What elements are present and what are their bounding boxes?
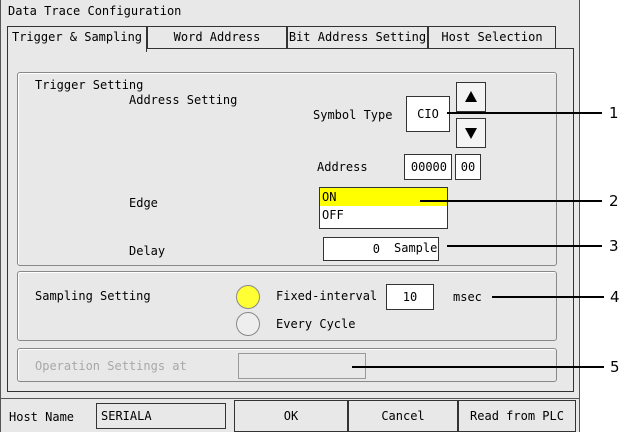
ok-button[interactable]: OK: [234, 400, 348, 432]
callout-number-4: 4: [610, 288, 620, 306]
fixed-interval-radio[interactable]: [236, 285, 260, 309]
bottom-divider: [1, 398, 580, 399]
callout-line-4: [492, 296, 604, 298]
tab-word-address[interactable]: Word Address: [147, 26, 287, 49]
every-cycle-radio[interactable]: [236, 312, 260, 336]
host-name-label: Host Name: [9, 410, 75, 424]
host-name-field[interactable]: SERIALA: [96, 403, 226, 429]
read-from-plc-button[interactable]: Read from PLC: [458, 400, 576, 432]
operation-settings-label: Operation Settings at: [35, 359, 187, 373]
triangle-up-icon: [465, 91, 477, 102]
edge-list[interactable]: ON OFF: [319, 187, 448, 229]
symbol-down-button[interactable]: [456, 118, 486, 148]
delay-unit: Sample: [394, 241, 438, 255]
tab-bit-address-setting[interactable]: Bit Address Setting: [287, 26, 428, 49]
fixed-interval-label: Fixed-interval: [276, 289, 378, 303]
fixed-interval-field[interactable]: 10: [386, 284, 434, 310]
delay-label: Delay: [129, 244, 166, 258]
edge-option-off[interactable]: OFF: [320, 206, 447, 224]
sampling-setting-label: Sampling Setting: [35, 289, 151, 303]
cancel-button[interactable]: Cancel: [348, 400, 458, 432]
callout-number-1: 1: [609, 104, 619, 122]
symbol-type-label: Symbol Type: [313, 108, 393, 122]
callout-line-2: [420, 200, 602, 202]
callout-line-3: [447, 245, 602, 247]
edge-option-on[interactable]: ON: [320, 188, 447, 206]
address-setting-label: Address Setting: [129, 93, 238, 107]
tab-host-selection[interactable]: Host Selection: [428, 26, 556, 49]
callout-line-5: [352, 366, 604, 368]
callout-line-1: [447, 112, 602, 114]
bit-field[interactable]: 00: [455, 154, 481, 180]
tab-trigger-sampling[interactable]: Trigger & Sampling: [7, 26, 147, 52]
address-label: Address: [317, 160, 368, 174]
trigger-setting-label: Trigger Setting: [35, 78, 144, 92]
address-field[interactable]: 00000: [404, 154, 452, 180]
every-cycle-label: Every Cycle: [276, 317, 356, 331]
symbol-up-button[interactable]: [456, 82, 486, 112]
window-title: Data Trace Configuration: [8, 4, 182, 18]
callout-number-3: 3: [609, 237, 619, 255]
symbol-type-field[interactable]: CIO: [406, 96, 450, 132]
triangle-down-icon: [465, 128, 477, 139]
callout-number-2: 2: [609, 192, 619, 210]
fixed-interval-unit: msec: [453, 290, 482, 304]
callout-number-5: 5: [610, 358, 620, 376]
edge-label: Edge: [129, 196, 158, 210]
operation-settings-field: [238, 353, 366, 379]
